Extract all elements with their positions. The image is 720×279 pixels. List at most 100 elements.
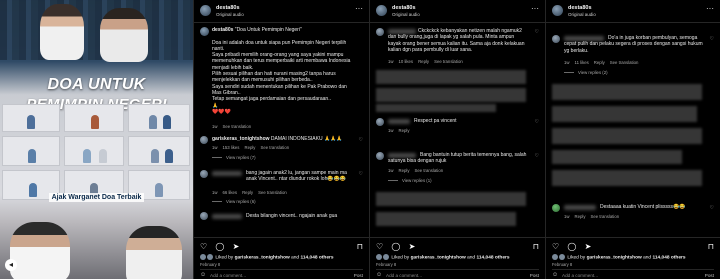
add-comment-input[interactable]: Add a comment... [386, 273, 422, 278]
avatar[interactable] [376, 28, 384, 36]
view-replies-link[interactable]: View replies (7) [212, 155, 256, 160]
comment-icon[interactable]: ◯ [391, 242, 403, 251]
view-replies-link[interactable]: View replies (6) [212, 199, 256, 204]
avatar[interactable] [200, 136, 208, 144]
post-username[interactable]: desta80s [568, 5, 592, 11]
like-icon[interactable]: ♡ [200, 242, 210, 251]
audio-label[interactable]: Original audio [392, 12, 420, 17]
redacted-comment [552, 150, 682, 164]
post-image[interactable]: DOA UNTUK PEMIMPIN NEGERI Ajak Warganet … [0, 0, 193, 279]
add-comment-input[interactable]: Add a comment... [562, 273, 598, 278]
see-translation-link[interactable]: See translation [258, 190, 287, 195]
redacted-comment [552, 84, 702, 100]
redacted-comment [376, 212, 516, 226]
avatar[interactable] [200, 170, 208, 178]
figure-bottom-right [126, 226, 182, 279]
redacted-comment [552, 128, 702, 144]
post-button[interactable]: Post [354, 273, 363, 278]
redacted-username [564, 205, 596, 210]
liked-by[interactable]: Liked by gariskeras_tonightshow and 114,… [552, 254, 686, 260]
post-header: desta80s Original audio ··· [552, 4, 714, 20]
see-translation-link[interactable]: See translation [223, 124, 252, 129]
like-icon[interactable]: ♡ [552, 242, 562, 251]
liked-by[interactable]: Liked by gariskeras_tonightshow and 114,… [200, 254, 334, 260]
see-translation-link[interactable]: See translation [434, 59, 463, 64]
emoji-icon[interactable]: ☺ [200, 272, 206, 278]
post-button[interactable]: Post [705, 273, 714, 278]
redacted-comment [376, 70, 526, 84]
share-icon[interactable]: ➤ [233, 242, 243, 251]
comment-meta: 1w 11 likes Reply See translation [564, 60, 639, 65]
post-button[interactable]: Post [530, 273, 539, 278]
comment-text: Do'a in juga korban pembulyan, semoga ce… [564, 35, 703, 54]
like-heart-icon[interactable]: ♡ [359, 171, 363, 177]
mute-icon[interactable]: ◂ [5, 259, 17, 271]
bookmark-icon[interactable]: ⊓ [708, 242, 714, 251]
audio-label[interactable]: Original audio [216, 12, 244, 17]
image-title-line1: DOA UNTUK [47, 76, 146, 93]
avatar[interactable] [376, 152, 384, 160]
reply-link[interactable]: Reply [594, 60, 605, 65]
share-icon[interactable]: ➤ [409, 242, 419, 251]
comment-meta: 1w 153 likes Reply See translation [212, 145, 290, 150]
reply-link[interactable]: Reply [399, 168, 410, 173]
add-comment-input[interactable]: Add a comment... [210, 273, 246, 278]
like-heart-icon[interactable]: ♡ [535, 153, 539, 159]
redacted-comment [376, 104, 496, 112]
like-heart-icon[interactable]: ♡ [535, 29, 539, 35]
avatar[interactable] [200, 27, 209, 36]
avatar[interactable] [552, 35, 560, 43]
reply-link[interactable]: Reply [244, 145, 255, 150]
more-dots-icon[interactable]: ··· [531, 4, 539, 13]
post-username[interactable]: desta80s [216, 5, 240, 11]
like-heart-icon[interactable]: ♡ [710, 205, 714, 211]
avatar[interactable] [552, 204, 560, 212]
like-heart-icon[interactable]: ♡ [359, 137, 363, 143]
comment-icon[interactable]: ◯ [215, 242, 227, 251]
reply-link[interactable]: Reply [242, 190, 253, 195]
see-translation-link[interactable]: See translation [610, 60, 639, 65]
avatar[interactable] [376, 118, 384, 126]
avatar[interactable] [200, 5, 211, 16]
image-caption: Ajak Warganet Doa Terbaik [0, 193, 193, 202]
add-comment-bar: ☺ Add a comment... Post [376, 269, 539, 279]
more-dots-icon[interactable]: ··· [355, 4, 363, 13]
view-replies-link[interactable]: View replies (1) [388, 178, 432, 183]
see-translation-link[interactable]: See translation [415, 168, 444, 173]
redacted-comment [552, 170, 702, 186]
post-date: February 8 [376, 262, 397, 267]
avatar[interactable] [376, 5, 387, 16]
action-icons: ♡ ◯ ➤ [376, 242, 418, 251]
more-dots-icon[interactable]: ··· [706, 4, 714, 13]
post-header: desta80s Original audio ··· [200, 4, 363, 20]
comment-text: Bang bantuin tutup berita temennya bang,… [388, 152, 527, 165]
comments-panel-1: desta80s Original audio ··· desta80s "Do… [193, 0, 369, 279]
liked-by[interactable]: Liked by gariskeras_tonightshow and 114,… [376, 254, 510, 260]
view-replies-link[interactable]: View replies (2) [564, 70, 608, 75]
like-heart-icon[interactable]: ♡ [710, 36, 714, 42]
like-icon[interactable]: ♡ [376, 242, 386, 251]
reply-link[interactable]: Reply [418, 59, 429, 64]
avatar[interactable] [552, 5, 563, 16]
header-divider [370, 22, 545, 23]
bookmark-icon[interactable]: ⊓ [533, 242, 539, 251]
reply-link[interactable]: Reply [399, 128, 410, 133]
reply-link[interactable]: Reply [575, 214, 586, 219]
emoji-icon[interactable]: ☺ [376, 272, 382, 278]
comment-text: Desta bilangin vincent.. ngajain anak gu… [246, 213, 338, 219]
see-translation-link[interactable]: See translation [591, 214, 620, 219]
audio-label[interactable]: Original audio [568, 12, 596, 17]
caption-meta: 1w See translation [212, 124, 252, 129]
comment-icon[interactable]: ◯ [567, 242, 579, 251]
bookmark-icon[interactable]: ⊓ [357, 242, 363, 251]
avatar[interactable] [200, 212, 208, 220]
comment-meta: 1w 10 likes Reply See translation [388, 59, 463, 64]
emoji-icon[interactable]: ☺ [552, 272, 558, 278]
share-icon[interactable]: ➤ [585, 242, 595, 251]
post-username[interactable]: desta80s [392, 5, 416, 11]
comment-meta: 1w Reply [388, 128, 410, 133]
post-footer: ♡ ◯ ➤ ⊓ Liked by gariskeras_tonightshow … [194, 237, 369, 279]
like-heart-icon[interactable]: ♡ [535, 119, 539, 125]
add-comment-bar: ☺ Add a comment... Post [200, 269, 363, 279]
see-translation-link[interactable]: See translation [260, 145, 289, 150]
